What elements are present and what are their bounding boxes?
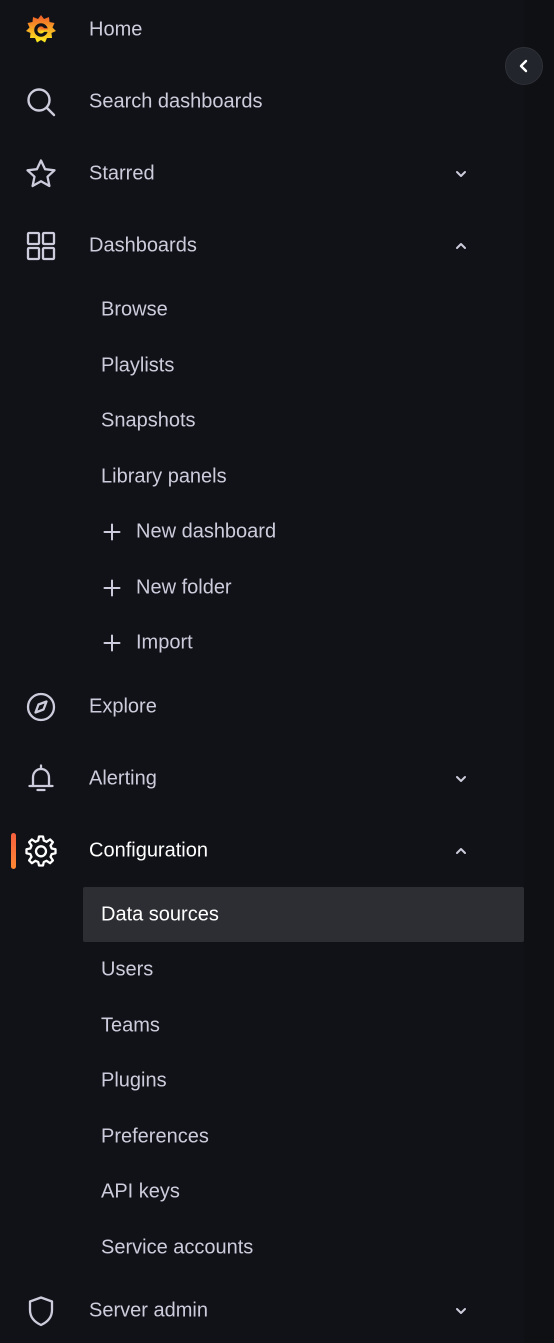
sub-item-new-dashboard[interactable]: New dashboard — [83, 504, 524, 559]
nav-label: Explore — [89, 695, 157, 718]
dashboard-backdrop — [524, 0, 554, 1343]
chevron-left-icon — [515, 57, 533, 75]
chevron-up-icon[interactable] — [452, 842, 470, 860]
sub-item-label: Browse — [101, 298, 168, 320]
sub-item-label: Playlists — [101, 354, 175, 376]
sub-item-library-panels[interactable]: Library panels — [83, 449, 524, 504]
sub-item-label: Users — [101, 958, 154, 980]
apps-grid-icon — [22, 227, 60, 265]
cog-icon — [22, 832, 60, 870]
sub-item-label: Library panels — [101, 465, 227, 487]
sub-item-playlists[interactable]: Playlists — [83, 338, 524, 393]
sub-item-label: New dashboard — [136, 520, 277, 542]
shield-icon — [22, 1292, 60, 1330]
nav-label: Search dashboards — [89, 90, 263, 113]
sub-item-preferences[interactable]: Preferences — [83, 1109, 524, 1164]
chevron-down-icon[interactable] — [452, 165, 470, 183]
sub-item-label: Data sources — [101, 903, 219, 925]
sub-item-plugins[interactable]: Plugins — [83, 1053, 524, 1108]
nav-item-home[interactable]: Home — [0, 2, 524, 58]
sub-item-label: Service accounts — [101, 1236, 254, 1258]
active-indicator — [11, 833, 16, 869]
plus-icon — [102, 522, 122, 542]
sub-item-label: Snapshots — [101, 409, 196, 431]
chevron-down-icon[interactable] — [452, 770, 470, 788]
sub-item-service-accounts[interactable]: Service accounts — [83, 1220, 524, 1275]
compass-icon — [22, 688, 60, 726]
sub-item-teams[interactable]: Teams — [83, 998, 524, 1053]
nav-item-configuration[interactable]: Configuration — [0, 823, 524, 879]
sub-item-snapshots[interactable]: Snapshots — [83, 393, 524, 448]
sub-item-data-sources[interactable]: Data sources — [83, 887, 524, 942]
collapse-menu-button[interactable] — [505, 47, 543, 85]
nav-label: Alerting — [89, 767, 157, 790]
plus-icon — [102, 633, 122, 653]
sub-item-label: Import — [136, 631, 193, 653]
sub-item-import[interactable]: Import — [83, 615, 524, 670]
nav-item-alerting[interactable]: Alerting — [0, 751, 524, 807]
sub-item-new-folder[interactable]: New folder — [83, 560, 524, 615]
nav-label: Server admin — [89, 1299, 208, 1322]
nav-label: Home — [89, 18, 143, 41]
sub-item-label: Preferences — [101, 1125, 209, 1147]
sub-item-label: API keys — [101, 1180, 180, 1202]
sub-item-api-keys[interactable]: API keys — [83, 1164, 524, 1219]
nav-item-explore[interactable]: Explore — [0, 679, 524, 735]
chevron-down-icon[interactable] — [452, 1302, 470, 1320]
nav-item-starred[interactable]: Starred — [0, 146, 524, 202]
nav-label: Configuration — [89, 839, 208, 862]
mega-menu: Home Search dashboards Starred Dashboard… — [0, 0, 524, 1343]
sub-item-users[interactable]: Users — [83, 942, 524, 997]
nav-label: Starred — [89, 162, 155, 185]
bell-icon — [22, 760, 60, 798]
sub-item-label: Teams — [101, 1014, 160, 1036]
nav-item-search[interactable]: Search dashboards — [0, 74, 524, 130]
nav-item-dashboards[interactable]: Dashboards — [0, 218, 524, 274]
star-icon — [22, 155, 60, 193]
page: Home Search dashboards Starred Dashboard… — [0, 0, 554, 1343]
grafana-logo-icon — [22, 11, 60, 49]
chevron-up-icon[interactable] — [452, 237, 470, 255]
sub-item-label: Plugins — [101, 1069, 167, 1091]
sub-item-browse[interactable]: Browse — [83, 282, 524, 337]
sub-item-label: New folder — [136, 576, 232, 598]
nav-item-server-admin[interactable]: Server admin — [0, 1283, 524, 1339]
plus-icon — [102, 578, 122, 598]
search-icon — [22, 83, 60, 121]
nav-label: Dashboards — [89, 234, 197, 257]
